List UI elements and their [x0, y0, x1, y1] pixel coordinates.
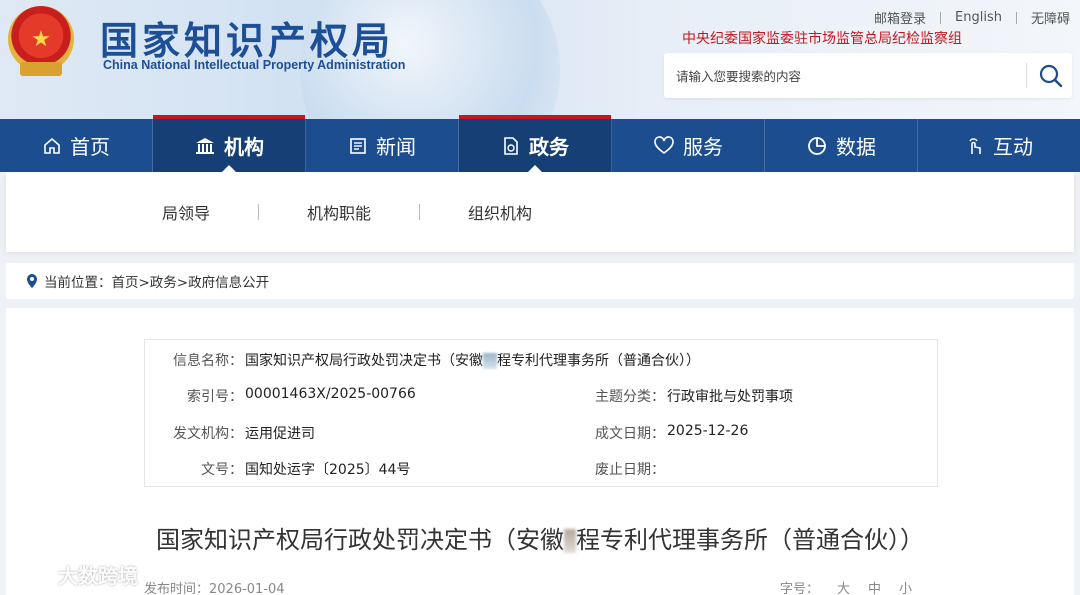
info-row-category: 主题分类： 行政审批与处罚事项	[565, 386, 793, 406]
nav-news[interactable]: 新闻	[306, 119, 459, 172]
info-table: 信息名称： 国家知识产权局行政处罚决定书（安徽 程专利代理事务所（普通合伙）） 索…	[144, 339, 938, 487]
nav-home[interactable]: 首页	[0, 119, 153, 172]
government-icon	[504, 136, 518, 155]
nav-institution[interactable]: 机构	[153, 115, 306, 172]
nav-label: 互动	[993, 135, 1033, 159]
divider	[1026, 63, 1027, 88]
national-emblem-logo[interactable]: ★	[8, 6, 74, 76]
search-icon	[1039, 64, 1063, 88]
service-icon	[654, 135, 674, 154]
info-label: 主题分类：	[595, 389, 665, 405]
submenu-organization[interactable]: 组织机构	[462, 200, 538, 224]
font-size-small[interactable]: 小	[899, 578, 912, 595]
nav-label: 数据	[836, 135, 876, 159]
interaction-icon	[969, 137, 981, 154]
divider	[258, 204, 260, 220]
english-link[interactable]: English	[941, 10, 1016, 25]
nav-label: 政务	[529, 135, 569, 159]
info-label: 发文机构：	[173, 426, 243, 442]
font-size-label: 字号：	[780, 582, 820, 595]
submenu-functions[interactable]: 机构职能	[301, 200, 377, 224]
info-value-part: 程专利代理事务所（普通合伙））	[497, 353, 700, 369]
article-content: 信息名称： 国家知识产权局行政处罚决定书（安徽 程专利代理事务所（普通合伙）） 索…	[6, 308, 1074, 595]
nav-label: 机构	[224, 135, 264, 159]
breadcrumb: 当前位置： 首页>政务>政府信息公开	[6, 263, 1074, 299]
search-box	[664, 53, 1072, 98]
info-row-docno: 文号： 国知处运字〔2025〕44号	[145, 459, 410, 479]
info-label: 信息名称：	[173, 353, 243, 369]
search-input[interactable]	[676, 63, 1016, 89]
info-label: 索引号：	[187, 389, 243, 405]
watermark-text: 大数跨境	[58, 564, 138, 588]
publish-label: 发布时间：	[144, 582, 210, 595]
news-icon	[350, 137, 366, 154]
submenu-leadership[interactable]: 局领导	[156, 200, 216, 224]
nav-government[interactable]: 政务	[459, 115, 612, 172]
info-row-name: 信息名称： 国家知识产权局行政处罚决定书（安徽 程专利代理事务所（普通合伙））	[145, 350, 700, 370]
font-size-medium[interactable]: 中	[868, 578, 881, 595]
watermark: 大数跨境	[8, 560, 138, 589]
publish-info: 发布时间：2026-01-04	[144, 578, 285, 595]
breadcrumb-prefix: 当前位置：	[44, 275, 112, 291]
data-icon	[808, 136, 826, 155]
location-pin-icon	[27, 274, 37, 288]
watermark-logo-icon	[9, 565, 50, 584]
info-value-index: 00001463X/2025-00766	[245, 386, 416, 402]
info-label: 文号：	[201, 462, 243, 478]
site-name[interactable]: 国家知识产权局	[100, 10, 394, 65]
info-row-index: 索引号： 00001463X/2025-00766	[145, 386, 416, 406]
breadcrumb-path[interactable]: 首页>政务>政府信息公开	[112, 271, 270, 291]
discipline-inspection-link[interactable]: 中央纪委国家监委驻市场监管总局纪检监察组	[682, 28, 962, 48]
accessibility-link[interactable]: 无障碍	[1017, 8, 1074, 27]
redaction-blur	[483, 353, 497, 369]
publish-date: 2026-01-04	[209, 582, 285, 595]
document-title: 国家知识产权局行政处罚决定书（安徽 程专利代理事务所（普通合伙））	[6, 520, 1074, 555]
info-row-issuer: 发文机构： 运用促进司	[145, 423, 315, 443]
site-header: ★ 国家知识产权局 China National Intellectual Pr…	[0, 0, 1080, 119]
nav-label: 新闻	[376, 135, 416, 159]
nav-interaction[interactable]: 互动	[918, 119, 1080, 172]
info-value-issuer: 运用促进司	[245, 426, 315, 442]
top-links: 邮箱登录 English 无障碍	[860, 8, 1074, 27]
nav-service[interactable]: 服务	[612, 119, 765, 172]
home-icon	[44, 137, 60, 154]
font-size-large[interactable]: 大	[837, 578, 850, 595]
main-nav: 首页 机构 新闻 政务 服务 数据 互动	[0, 115, 1080, 172]
divider	[419, 204, 421, 220]
info-row-date: 成文日期： 2025-12-26	[565, 423, 748, 443]
site-name-english: China National Intellectual Property Adm…	[103, 58, 406, 72]
info-label: 成文日期：	[595, 426, 665, 442]
info-value-category: 行政审批与处罚事项	[667, 389, 793, 405]
info-value-docno: 国知处运字〔2025〕44号	[245, 462, 411, 478]
nav-data[interactable]: 数据	[765, 119, 918, 172]
search-button[interactable]	[1036, 61, 1066, 91]
info-value-part: 国家知识产权局行政处罚决定书（安徽	[245, 353, 483, 369]
title-part: 国家知识产权局行政处罚决定书（安徽	[156, 526, 564, 554]
redaction-blur	[564, 529, 576, 553]
info-row-repeal: 废止日期：	[565, 459, 667, 479]
info-label: 废止日期：	[595, 462, 665, 478]
nav-label: 服务	[683, 135, 723, 159]
font-size-switcher: 字号： 大 中 小	[780, 578, 930, 595]
info-value-name: 国家知识产权局行政处罚决定书（安徽 程专利代理事务所（普通合伙））	[245, 350, 700, 370]
mail-login-link[interactable]: 邮箱登录	[860, 8, 940, 27]
info-value-date: 2025-12-26	[667, 423, 749, 439]
nav-label: 首页	[70, 135, 110, 159]
institution-submenu: 局领导 机构职能 组织机构	[6, 172, 1074, 252]
title-part: 程专利代理事务所（普通合伙））	[576, 526, 924, 554]
institution-icon	[196, 137, 214, 154]
